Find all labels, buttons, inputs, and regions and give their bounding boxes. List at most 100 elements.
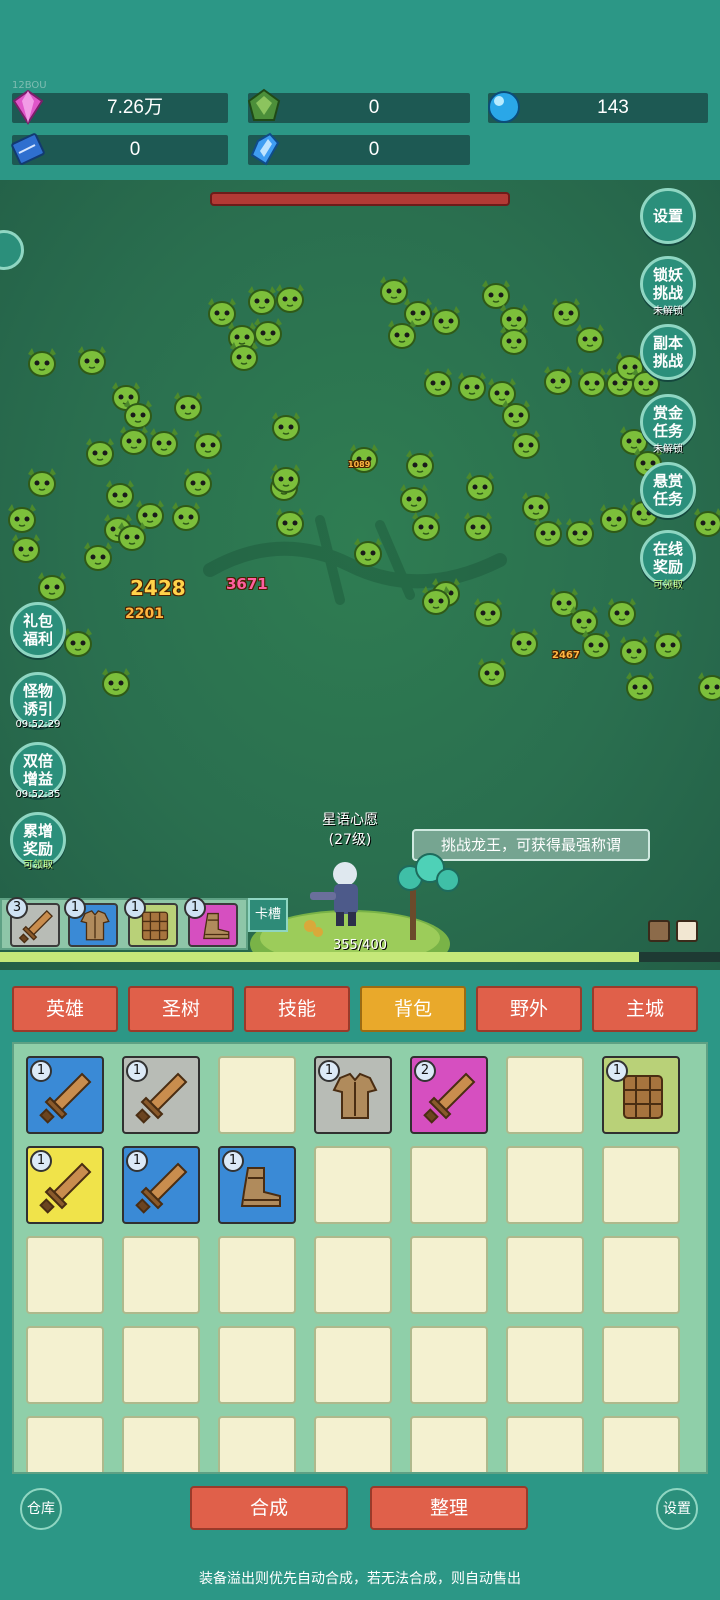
sort-button[interactable]: 整理 — [370, 1486, 528, 1530]
green-monster-icon — [226, 340, 262, 372]
inventory-slot-empty[interactable] — [218, 1056, 296, 1134]
warehouse-button[interactable]: 仓库 — [20, 1488, 62, 1530]
green-monster-icon — [98, 666, 134, 698]
damage-number: 1089 — [348, 460, 371, 469]
green-monster-icon — [190, 428, 226, 460]
green-monster-icon — [474, 656, 510, 688]
inventory-slot-empty[interactable] — [506, 1236, 584, 1314]
green-monster-icon — [350, 536, 386, 568]
damage-number: 2467 — [552, 650, 580, 661]
inventory-slot-empty[interactable] — [314, 1236, 392, 1314]
inventory-slot-empty[interactable] — [26, 1236, 104, 1314]
gift-pack-button[interactable]: 礼包福利 — [10, 602, 66, 658]
inventory-slot-empty[interactable] — [602, 1146, 680, 1224]
inventory-slot-empty[interactable] — [218, 1236, 296, 1314]
damage-number: 2201 — [125, 606, 164, 622]
green-monster-icon — [604, 596, 640, 628]
card-slot-tab[interactable]: 卡槽 — [248, 898, 288, 932]
green-monster-icon — [384, 318, 420, 350]
green-monster-icon — [418, 584, 454, 616]
green-monster-icon — [508, 428, 544, 460]
settings-button[interactable]: 设置 — [640, 188, 696, 244]
inventory-slot-empty[interactable] — [122, 1326, 200, 1404]
inventory-slot-empty[interactable] — [506, 1146, 584, 1224]
inventory-slot-empty[interactable] — [506, 1326, 584, 1404]
inventory-item-sword[interactable]: 1 — [26, 1146, 104, 1224]
inventory-item-sword[interactable]: 1 — [122, 1056, 200, 1134]
green-monster-icon — [180, 466, 216, 498]
timer-label: 09:52:29 — [15, 719, 61, 730]
green-monster-icon — [168, 500, 204, 532]
green-monster-icon — [470, 596, 506, 628]
dungeon-challenge-button[interactable]: 副本挑战 — [640, 324, 696, 380]
inventory-slot-empty[interactable] — [26, 1416, 104, 1472]
sleep-icon[interactable] — [0, 230, 24, 270]
green-monster-icon — [34, 570, 70, 602]
merge-button[interactable]: 合成 — [190, 1486, 348, 1530]
inventory-slot-empty[interactable] — [602, 1416, 680, 1472]
resource-value: 0 — [368, 139, 380, 160]
inventory-slot-empty[interactable] — [314, 1146, 392, 1224]
timer-label: 09:52:35 — [15, 789, 61, 800]
locked-label: 未解锁 — [653, 444, 683, 455]
green-monster-icon — [170, 390, 206, 422]
inventory-slot-empty[interactable] — [506, 1056, 584, 1134]
green-monster-icon — [146, 426, 182, 458]
green-monster-icon — [506, 626, 542, 658]
tab-hero[interactable]: 英雄 — [12, 986, 118, 1032]
tab-holy-tree[interactable]: 圣树 — [128, 986, 234, 1032]
inventory-slot-empty[interactable] — [410, 1416, 488, 1472]
hero-name: 星语心愿 — [322, 812, 378, 828]
green-monster-icon — [462, 470, 498, 502]
inventory-slot-empty[interactable] — [410, 1326, 488, 1404]
damage-number: 3671 — [226, 575, 268, 593]
inventory-slot-empty[interactable] — [218, 1326, 296, 1404]
experience-fill — [0, 952, 639, 962]
inventory-slot-empty[interactable] — [314, 1416, 392, 1472]
resource-book: 0 — [11, 133, 228, 165]
reward-task-button[interactable]: 悬赏任务 — [640, 462, 696, 518]
green-monster-icon — [346, 442, 382, 474]
green-monster-icon — [650, 628, 686, 660]
inventory-slot-empty[interactable] — [26, 1326, 104, 1404]
inventory-slot-empty[interactable] — [410, 1236, 488, 1314]
inventory-slot-empty[interactable] — [410, 1146, 488, 1224]
resource-blue-shard: 0 — [248, 132, 470, 166]
main-tabs: 英雄 圣树 技能 背包 野外 主城 — [12, 986, 708, 1032]
inventory-slot-empty[interactable] — [506, 1416, 584, 1472]
tab-skills[interactable]: 技能 — [244, 986, 350, 1032]
inventory-item-armor[interactable]: 1 — [314, 1056, 392, 1134]
resource-value: 0 — [368, 97, 380, 118]
green-monster-icon — [622, 670, 658, 702]
resource-green-crystal: 0 — [247, 88, 470, 123]
damage-number: 2428 — [130, 576, 186, 600]
green-monster-icon — [24, 346, 60, 378]
claimable-label: 可领取 — [23, 860, 53, 871]
inventory-item-boots[interactable]: 1 — [218, 1146, 296, 1224]
auto-merge-tip: 装备溢出则优先自动合成，若无法合成，则自动售出 — [199, 1571, 521, 1587]
green-monster-icon — [562, 516, 598, 548]
tab-main-city[interactable]: 主城 — [592, 986, 698, 1032]
green-monster-icon — [114, 520, 150, 552]
inventory-slot-empty[interactable] — [602, 1326, 680, 1404]
inventory-slot-empty[interactable] — [602, 1236, 680, 1314]
green-monster-icon — [82, 436, 118, 468]
inventory-slot-empty[interactable] — [314, 1326, 392, 1404]
green-monster-icon — [540, 364, 576, 396]
inventory-item-sword[interactable]: 1 — [26, 1056, 104, 1134]
resource-value: 0 — [129, 139, 141, 160]
green-monster-icon — [74, 344, 110, 376]
inventory-slot-empty[interactable] — [218, 1416, 296, 1472]
tab-backpack[interactable]: 背包 — [360, 986, 466, 1032]
inventory-item-sword[interactable]: 1 — [122, 1146, 200, 1224]
inventory-item-sword[interactable]: 2 — [410, 1056, 488, 1134]
battlefield[interactable]: 2428 2201 3671 2467 1089 设置 锁妖挑战 未解锁 副本挑… — [0, 180, 720, 970]
settings-round-button[interactable]: 设置 — [656, 1488, 698, 1530]
inventory-slot-empty[interactable] — [122, 1416, 200, 1472]
green-monster-icon — [402, 448, 438, 480]
green-monster-icon — [268, 410, 304, 442]
green-monster-icon — [572, 322, 608, 354]
inventory-slot-empty[interactable] — [122, 1236, 200, 1314]
inventory-item-shield[interactable]: 1 — [602, 1056, 680, 1134]
tab-wild[interactable]: 野外 — [476, 986, 582, 1032]
